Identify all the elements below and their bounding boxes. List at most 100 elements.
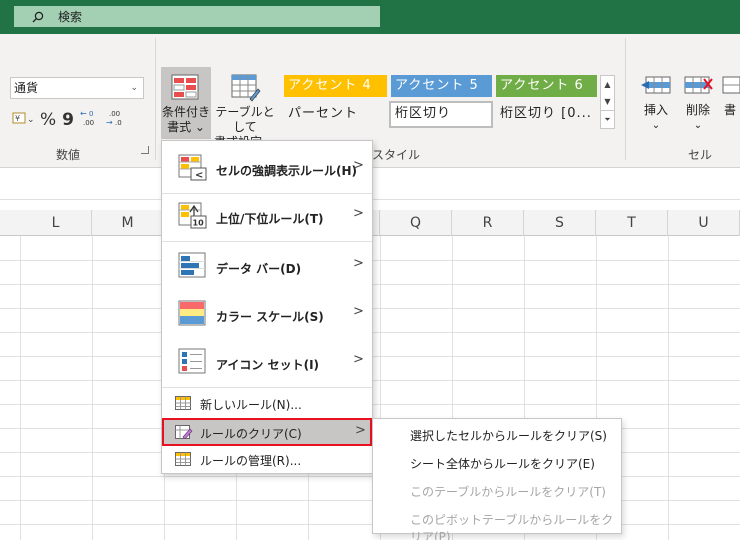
search-box[interactable]: 検索 <box>14 6 380 27</box>
menu-item-clear-rules[interactable]: ルールのクリア(C) > <box>162 418 372 446</box>
chevron-right-icon: > <box>353 256 364 271</box>
cf-button-line1: 条件付き <box>161 105 210 119</box>
number-group-label: 数値 <box>56 148 81 162</box>
clear-rules-submenu: 選択したセルからルールをクリア(S) シート全体からルールをクリア(E) このテ… <box>372 418 622 540</box>
svg-text:.00: .00 <box>109 110 120 118</box>
grid-line <box>20 236 21 540</box>
column-header[interactable]: T <box>596 210 668 236</box>
menu-item-label: カラー スケール(S) <box>216 310 324 324</box>
column-header[interactable]: R <box>452 210 524 236</box>
grid-line <box>668 236 669 540</box>
format-cells-icon <box>722 76 740 94</box>
decrease-decimal-icon[interactable]: .00 → .0 <box>106 109 126 130</box>
styles-gallery-scroll[interactable]: ▲ ▼ ⏷ <box>600 75 615 129</box>
menu-item-top-bottom-rules[interactable]: 10 上位/下位ルール(T) > <box>162 193 372 241</box>
submenu-item-clear-pivot: このピボットテーブルからルールをクリア(P) <box>410 513 614 540</box>
fat-button-line1: テーブルとして <box>215 105 275 134</box>
conditional-formatting-button[interactable]: 条件付き 書式 ⌄ <box>161 67 211 139</box>
scroll-down-icon[interactable]: ▼ <box>601 93 614 110</box>
top-bottom-icon: 10 <box>178 202 207 229</box>
number-dialog-launcher-icon[interactable] <box>141 146 149 154</box>
styles-group-label: スタイル <box>372 148 421 162</box>
style-accent5[interactable]: アクセント 5 <box>391 75 492 97</box>
format-label: 書 <box>723 103 736 117</box>
style-comma0[interactable]: 桁区切り [0... <box>496 103 597 125</box>
chevron-right-icon: > <box>353 206 364 221</box>
format-button[interactable]: 書 <box>720 73 740 118</box>
scroll-up-icon[interactable]: ▲ <box>601 76 614 93</box>
delete-label: 削除 <box>685 103 710 117</box>
accounting-format-icon[interactable]: ¥ ⌄ <box>12 111 35 128</box>
percent-style-button[interactable]: % <box>40 110 56 130</box>
menu-item-label: 上位/下位ルール(T) <box>216 212 324 226</box>
number-format-dropdown[interactable]: 通貨 ⌄ <box>10 77 144 99</box>
column-header[interactable]: S <box>524 210 596 236</box>
svg-text:←: ← <box>80 109 87 118</box>
svg-text:¥: ¥ <box>15 114 20 123</box>
style-percent[interactable]: パーセント <box>284 103 387 125</box>
chevron-right-icon: > <box>353 304 364 319</box>
menu-item-label: アイコン セット(I) <box>216 358 320 372</box>
number-format-value: 通貨 <box>14 81 39 95</box>
chevron-right-icon: > <box>353 352 364 367</box>
column-header[interactable]: M <box>92 210 164 236</box>
svg-text:<: < <box>195 170 203 181</box>
menu-item-label: ルールのクリア(C) <box>200 427 302 441</box>
chevron-down-icon: ⌄ <box>130 83 138 93</box>
menu-separator <box>162 241 372 242</box>
cells-group-label: セル <box>688 148 713 162</box>
svg-text:⌄: ⌄ <box>27 115 34 125</box>
increase-decimal-icon[interactable]: 0 ← .00 <box>80 109 100 130</box>
color-scales-icon <box>178 300 206 326</box>
column-header[interactable]: L <box>20 210 92 236</box>
insert-button[interactable]: 挿入 ⌄ <box>636 73 676 133</box>
menu-separator <box>162 387 372 388</box>
style-accent6[interactable]: アクセント 6 <box>496 75 597 97</box>
style-accent4[interactable]: アクセント 4 <box>284 75 387 97</box>
insert-label: 挿入 <box>643 103 668 117</box>
svg-text:.00: .00 <box>83 119 94 127</box>
new-rule-icon <box>175 396 191 410</box>
svg-text:→: → <box>106 118 113 127</box>
menu-item-label: ルールの管理(R)... <box>200 454 302 468</box>
menu-item-color-scales[interactable]: カラー スケール(S) > <box>162 291 372 339</box>
delete-cells-icon <box>684 76 713 94</box>
comma-style-button[interactable]: 9 <box>62 110 74 130</box>
gallery-more-icon[interactable]: ⏷ <box>601 110 614 128</box>
format-as-table-icon <box>231 74 261 102</box>
cf-button-line2: 書式 ⌄ <box>167 120 205 134</box>
submenu-item-clear-sheet[interactable]: シート全体からルールをクリア(E) <box>410 455 595 472</box>
manage-rules-icon <box>175 452 191 466</box>
title-bar: 検索 <box>0 0 740 34</box>
menu-item-manage-rules[interactable]: ルールの管理(R)... <box>162 445 372 473</box>
conditional-formatting-icon <box>171 74 199 100</box>
delete-button[interactable]: 削除 ⌄ <box>678 73 718 133</box>
grid-line <box>92 236 93 540</box>
submenu-item-clear-selected[interactable]: 選択したセルからルールをクリア(S) <box>410 427 607 444</box>
menu-item-label: 新しいルール(N)... <box>200 398 302 412</box>
menu-item-data-bars[interactable]: データ バー(D) > <box>162 243 372 291</box>
style-comma[interactable]: 桁区切り <box>389 101 493 128</box>
highlight-cells-icon: < <box>178 154 207 181</box>
icon-sets-icon <box>178 348 206 374</box>
clear-rules-icon <box>175 425 193 439</box>
column-header[interactable]: U <box>668 210 740 236</box>
grid-line <box>0 476 740 477</box>
menu-item-new-rule[interactable]: 新しいルール(N)... <box>162 389 372 417</box>
chevron-right-icon: > <box>353 158 364 173</box>
group-divider <box>155 38 156 160</box>
chevron-down-icon: ⌄ <box>651 120 661 131</box>
search-placeholder: 検索 <box>58 10 83 24</box>
data-bars-icon <box>178 252 206 278</box>
column-header[interactable]: Q <box>380 210 452 236</box>
svg-text:.0: .0 <box>115 119 122 127</box>
menu-item-icon-sets[interactable]: アイコン セット(I) > <box>162 339 372 387</box>
format-as-table-button[interactable]: テーブルとして 書式設定 ⌄ <box>212 67 278 149</box>
menu-item-label: データ バー(D) <box>216 262 302 276</box>
menu-item-label: セルの強調表示ルール(H) <box>216 164 358 178</box>
search-icon <box>32 11 44 22</box>
svg-text:0: 0 <box>89 110 93 118</box>
svg-text:10: 10 <box>193 219 205 228</box>
chevron-down-icon: ⌄ <box>693 120 703 131</box>
menu-item-highlight-cells-rules[interactable]: < セルの強調表示ルール(H) > <box>162 145 372 193</box>
